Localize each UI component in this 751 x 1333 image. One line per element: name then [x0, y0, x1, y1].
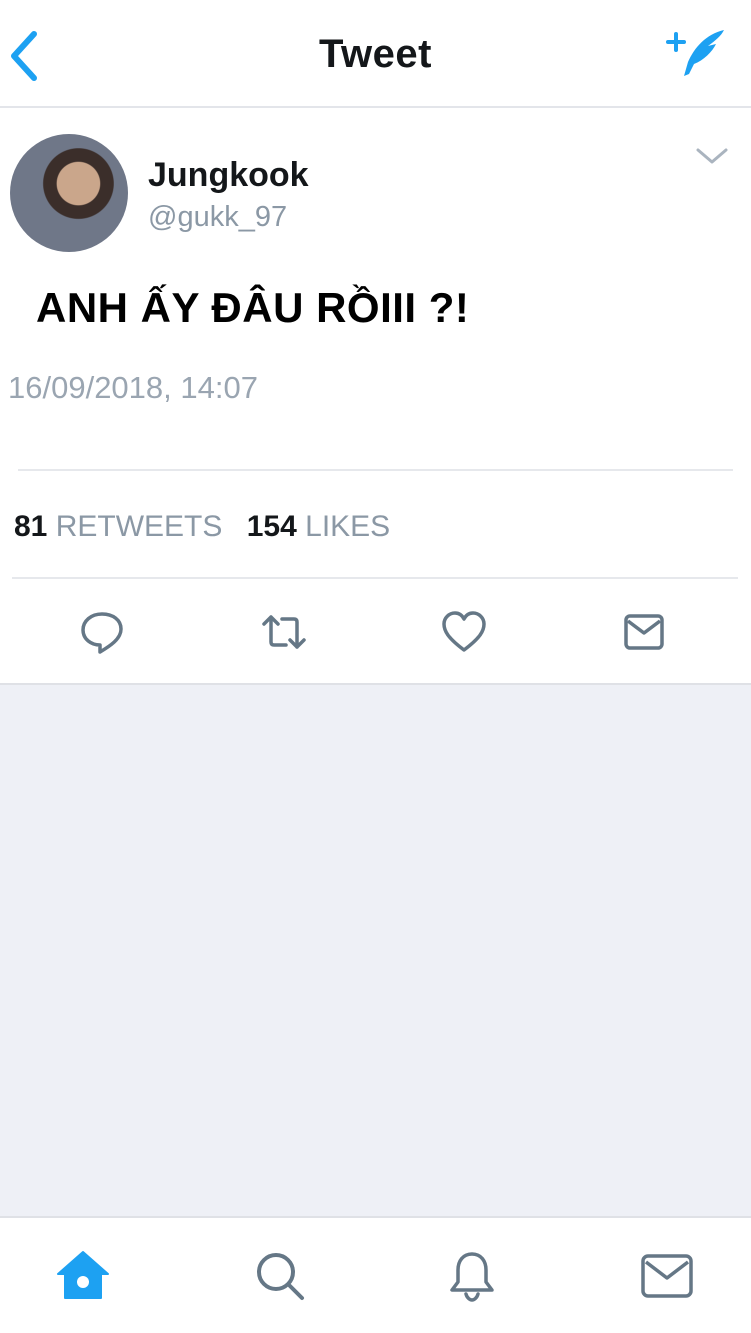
bottom-tab-bar — [0, 1216, 751, 1333]
likes-label: LIKES — [305, 510, 391, 543]
page-title: Tweet — [319, 32, 432, 76]
likes-count: 154 — [246, 510, 297, 543]
tab-home[interactable] — [55, 1248, 111, 1304]
search-icon — [257, 1253, 304, 1300]
chevron-down-icon — [696, 148, 728, 164]
compose-quill-icon — [666, 30, 724, 76]
direct-message-button[interactable] — [620, 608, 668, 656]
retweets-count: 81 — [14, 510, 48, 543]
tweet-detail: Jungkook @gukk_97 ANH ẤY ĐÂU RỒIII ?! 16… — [0, 108, 751, 685]
tweet-stats: 81 RETWEETS 154 LIKES — [14, 510, 406, 544]
divider — [18, 469, 733, 471]
divider — [12, 577, 738, 579]
reply-icon — [81, 612, 123, 654]
top-nav-bar: Tweet — [0, 0, 751, 108]
tab-notifications[interactable] — [444, 1248, 500, 1304]
envelope-icon — [624, 614, 664, 650]
likes-stat[interactable]: 154 LIKES — [247, 510, 390, 544]
compose-tweet-button[interactable] — [662, 26, 728, 82]
tab-search[interactable] — [252, 1248, 308, 1304]
retweets-stat[interactable]: 81 RETWEETS — [14, 510, 222, 544]
avatar[interactable] — [10, 134, 128, 252]
retweet-icon — [262, 615, 306, 649]
author-display-name[interactable]: Jungkook — [148, 156, 309, 195]
tweet-text: ANH ẤY ĐÂU RỒIII ?! — [36, 284, 470, 331]
reply-button[interactable] — [78, 608, 126, 656]
envelope-icon — [641, 1254, 693, 1298]
tweet-options-button[interactable] — [692, 142, 732, 172]
tweet-timestamp: 16/09/2018, 14:07 — [8, 370, 258, 405]
tab-messages[interactable] — [639, 1248, 695, 1304]
heart-icon — [442, 611, 486, 652]
like-button[interactable] — [440, 608, 488, 656]
retweets-label: RETWEETS — [55, 510, 223, 543]
bell-icon — [450, 1252, 494, 1302]
home-icon — [57, 1251, 109, 1299]
author-handle[interactable]: @gukk_97 — [148, 201, 287, 234]
retweet-button[interactable] — [260, 608, 308, 656]
